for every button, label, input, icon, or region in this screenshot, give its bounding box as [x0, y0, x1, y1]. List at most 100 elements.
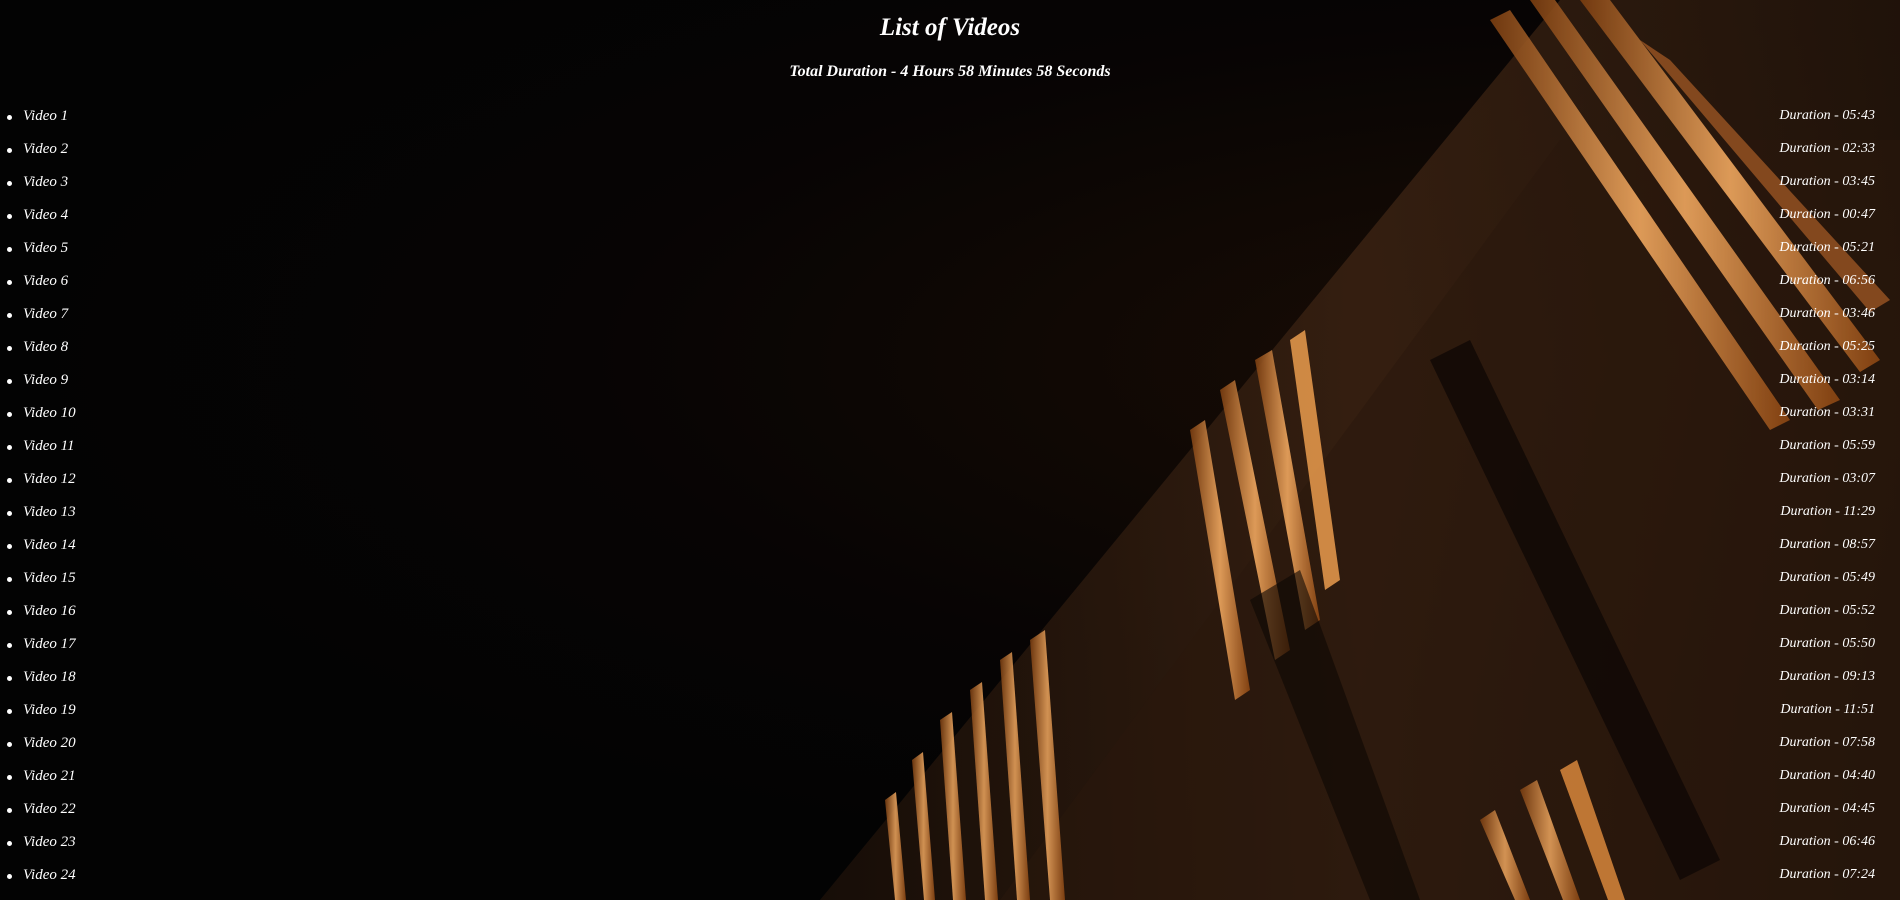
list-item: Video 7 Duration - 03:46 — [0, 303, 1900, 336]
bullet-icon — [7, 115, 12, 120]
video-duration: Duration - 05:21 — [1779, 240, 1875, 255]
video-duration: Duration - 11:29 — [1780, 504, 1875, 519]
video-title-link[interactable]: Video 16 — [23, 603, 76, 620]
video-duration: Duration - 05:59 — [1779, 438, 1875, 453]
video-duration: Duration - 07:24 — [1779, 867, 1875, 882]
video-duration: Duration - 05:25 — [1779, 339, 1875, 354]
video-duration: Duration - 07:58 — [1779, 735, 1875, 750]
list-item: Video 21 Duration - 04:40 — [0, 765, 1900, 798]
video-duration: Duration - 05:52 — [1779, 603, 1875, 618]
video-duration: Duration - 03:14 — [1779, 372, 1875, 387]
list-item: Video 12 Duration - 03:07 — [0, 468, 1900, 501]
bullet-icon — [7, 148, 12, 153]
bullet-icon — [7, 709, 12, 714]
video-list-page: List of Videos Total Duration - 4 Hours … — [0, 0, 1900, 900]
video-duration: Duration - 06:56 — [1779, 273, 1875, 288]
bullet-icon — [7, 379, 12, 384]
video-title-link[interactable]: Video 20 — [23, 735, 76, 752]
list-item: Video 1 Duration - 05:43 — [0, 105, 1900, 138]
video-duration: Duration - 05:50 — [1779, 636, 1875, 651]
video-duration: Duration - 00:47 — [1779, 207, 1875, 222]
video-title-link[interactable]: Video 19 — [23, 702, 76, 719]
video-title-link[interactable]: Video 11 — [23, 438, 75, 455]
list-item: Video 4 Duration - 00:47 — [0, 204, 1900, 237]
list-item: Video 15 Duration - 05:49 — [0, 567, 1900, 600]
video-title-link[interactable]: Video 3 — [23, 174, 68, 191]
video-title-link[interactable]: Video 13 — [23, 504, 76, 521]
bullet-icon — [7, 775, 12, 780]
video-title-link[interactable]: Video 14 — [23, 537, 76, 554]
video-title-link[interactable]: Video 9 — [23, 372, 68, 389]
video-title-link[interactable]: Video 10 — [23, 405, 76, 422]
list-item: Video 20 Duration - 07:58 — [0, 732, 1900, 765]
video-title-link[interactable]: Video 17 — [23, 636, 76, 653]
video-list: Video 1 Duration - 05:43 Video 2 Duration -… — [0, 105, 1900, 897]
video-duration: Duration - 03:07 — [1779, 471, 1875, 486]
list-item: Video 10 Duration - 03:31 — [0, 402, 1900, 435]
bullet-icon — [7, 247, 12, 252]
page-title: List of Videos — [879, 14, 1021, 41]
video-title-link[interactable]: Video 12 — [23, 471, 76, 488]
bullet-icon — [7, 280, 12, 285]
bullet-icon — [7, 181, 12, 186]
video-duration: Duration - 05:49 — [1779, 570, 1875, 585]
bullet-icon — [7, 808, 12, 813]
video-title-link[interactable]: Video 5 — [23, 240, 68, 257]
bullet-icon — [7, 577, 12, 582]
video-duration: Duration - 04:40 — [1779, 768, 1875, 783]
video-duration: Duration - 06:46 — [1779, 834, 1875, 849]
bullet-icon — [7, 610, 12, 615]
video-duration: Duration - 08:57 — [1779, 537, 1875, 552]
bullet-icon — [7, 643, 12, 648]
list-item: Video 14 Duration - 08:57 — [0, 534, 1900, 567]
video-duration: Duration - 03:31 — [1779, 405, 1875, 420]
video-duration: Duration - 03:46 — [1779, 306, 1875, 321]
video-title-link[interactable]: Video 8 — [23, 339, 68, 356]
video-duration: Duration - 11:51 — [1780, 702, 1875, 717]
video-title-link[interactable]: Video 24 — [23, 867, 76, 884]
bullet-icon — [7, 214, 12, 219]
video-duration: Duration - 05:43 — [1779, 108, 1875, 123]
list-item: Video 11 Duration - 05:59 — [0, 435, 1900, 468]
video-title-link[interactable]: Video 18 — [23, 669, 76, 686]
bullet-icon — [7, 841, 12, 846]
list-item: Video 9 Duration - 03:14 — [0, 369, 1900, 402]
video-title-link[interactable]: Video 22 — [23, 801, 76, 818]
list-item: Video 13 Duration - 11:29 — [0, 501, 1900, 534]
list-item: Video 16 Duration - 05:52 — [0, 600, 1900, 633]
total-duration: Total Duration - 4 Hours 58 Minutes 58 S… — [789, 63, 1111, 80]
bullet-icon — [7, 445, 12, 450]
list-item: Video 5 Duration - 05:21 — [0, 237, 1900, 270]
bullet-icon — [7, 676, 12, 681]
list-item: Video 19 Duration - 11:51 — [0, 699, 1900, 732]
bullet-icon — [7, 412, 12, 417]
video-title-link[interactable]: Video 1 — [23, 108, 68, 125]
video-title-link[interactable]: Video 21 — [23, 768, 76, 785]
bullet-icon — [7, 511, 12, 516]
video-duration: Duration - 09:13 — [1779, 669, 1875, 684]
bullet-icon — [7, 742, 12, 747]
list-item: Video 18 Duration - 09:13 — [0, 666, 1900, 699]
bullet-icon — [7, 544, 12, 549]
video-title-link[interactable]: Video 23 — [23, 834, 76, 851]
bullet-icon — [7, 346, 12, 351]
video-duration: Duration - 03:45 — [1779, 174, 1875, 189]
list-item: Video 2 Duration - 02:33 — [0, 138, 1900, 171]
list-item: Video 17 Duration - 05:50 — [0, 633, 1900, 666]
video-title-link[interactable]: Video 7 — [23, 306, 68, 323]
list-item: Video 22 Duration - 04:45 — [0, 798, 1900, 831]
video-title-link[interactable]: Video 6 — [23, 273, 68, 290]
video-title-link[interactable]: Video 4 — [23, 207, 68, 224]
list-item: Video 23 Duration - 06:46 — [0, 831, 1900, 864]
video-duration: Duration - 04:45 — [1779, 801, 1875, 816]
video-title-link[interactable]: Video 2 — [23, 141, 68, 158]
list-item: Video 3 Duration - 03:45 — [0, 171, 1900, 204]
list-item: Video 24 Duration - 07:24 — [0, 864, 1900, 897]
bullet-icon — [7, 874, 12, 879]
bullet-icon — [7, 313, 12, 318]
list-item: Video 8 Duration - 05:25 — [0, 336, 1900, 369]
bullet-icon — [7, 478, 12, 483]
video-title-link[interactable]: Video 15 — [23, 570, 76, 587]
video-duration: Duration - 02:33 — [1779, 141, 1875, 156]
list-item: Video 6 Duration - 06:56 — [0, 270, 1900, 303]
